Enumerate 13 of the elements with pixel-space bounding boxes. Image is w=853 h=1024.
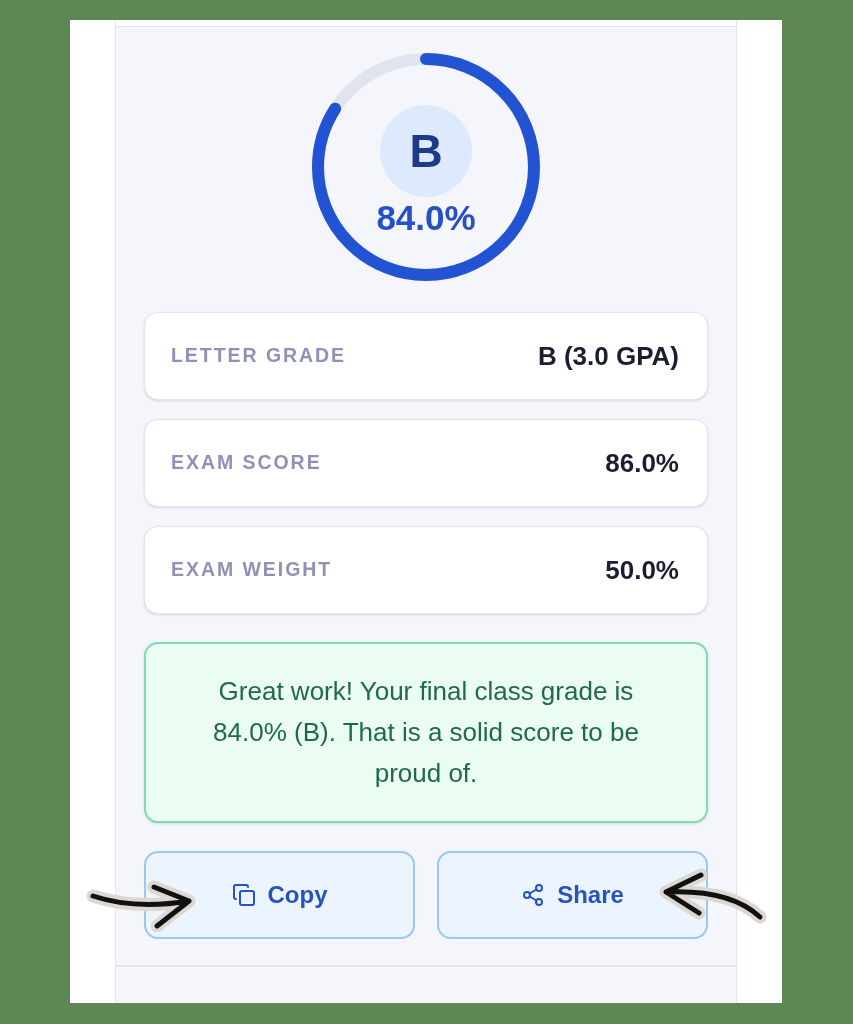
share-button[interactable]: Share bbox=[437, 851, 708, 939]
stat-value: 50.0% bbox=[605, 553, 679, 587]
stat-label: EXAM SCORE bbox=[171, 450, 322, 476]
message-text: Great work! Your final class grade is 84.0% (B). That is a solid score to be proud of. bbox=[212, 675, 640, 790]
copy-button[interactable]: Copy bbox=[144, 851, 415, 939]
share-icon bbox=[521, 883, 546, 907]
stat-label: LETTER GRADE bbox=[171, 343, 347, 369]
copy-icon bbox=[231, 883, 256, 907]
stat-label: EXAM WEIGHT bbox=[171, 557, 333, 583]
grade-letter: B bbox=[380, 105, 472, 197]
stat-value: B (3.0 GPA) bbox=[537, 339, 679, 373]
stat-value: 86.0% bbox=[605, 446, 679, 480]
grade-percent: 84.0% bbox=[376, 200, 476, 235]
